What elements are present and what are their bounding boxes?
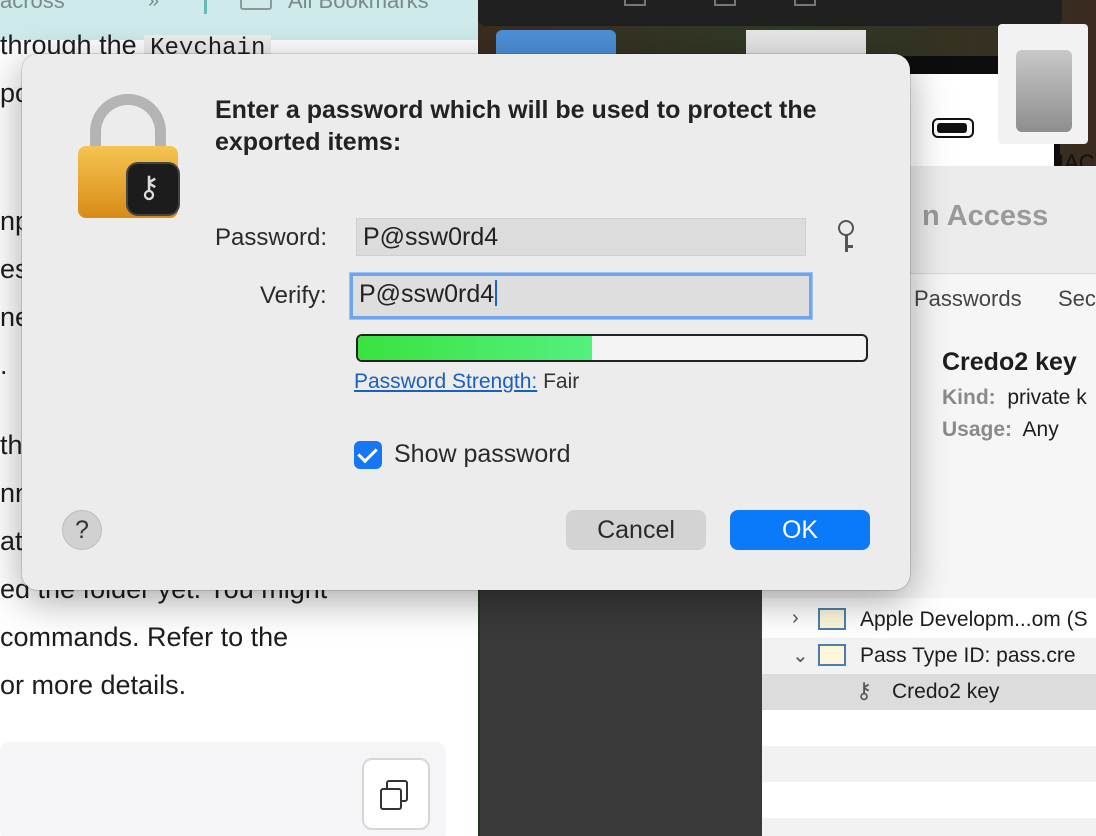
show-password-label[interactable]: Show password: [394, 440, 570, 469]
window-divider: [478, 590, 480, 836]
password-strength: Password Strength: Fair: [354, 370, 579, 394]
list-item[interactable]: ⌄ Pass Type ID: pass.cre: [762, 638, 1096, 674]
doc-line: at: [0, 526, 23, 556]
password-strength-meter: [356, 334, 868, 362]
keychain-list: › Apple Developm...om (S ⌄ Pass Type ID:…: [762, 598, 1096, 836]
doc-line: commands. Refer to the: [0, 622, 289, 652]
keys-icon: ⚷: [126, 162, 180, 216]
toolbar-separator: [204, 0, 207, 14]
all-bookmarks-button[interactable]: All Bookmarks: [288, 0, 429, 14]
strength-meter-fill: [358, 336, 592, 360]
battery-icon: [932, 118, 974, 138]
key-icon[interactable]: [836, 220, 858, 254]
item-title: Credo2 key: [942, 348, 1077, 376]
cancel-button[interactable]: Cancel: [566, 510, 706, 550]
list-item[interactable]: › Apple Developm...om (S: [762, 602, 1096, 638]
dialog-prompt: Enter a password which will be used to p…: [215, 96, 817, 156]
password-strength-link[interactable]: Password Strength:: [354, 370, 537, 393]
keychain-lock-icon: ⚷: [78, 94, 182, 218]
key-icon: ⚷: [856, 678, 873, 703]
usage-line: Usage: Any: [942, 418, 1059, 441]
show-password-checkbox[interactable]: [354, 441, 382, 469]
verify-field[interactable]: P@ssw0rd4: [350, 273, 812, 319]
tab-passwords[interactable]: Passwords: [914, 286, 1022, 312]
export-password-dialog: ⚷ Enter a password which will be used to…: [22, 54, 910, 590]
chevron-right-icon[interactable]: ›: [792, 607, 799, 630]
verify-label: Verify:: [260, 282, 327, 309]
copy-button[interactable]: [362, 758, 430, 830]
hard-drive-icon[interactable]: [998, 24, 1088, 144]
text-caret: [495, 280, 498, 306]
tab-secure-notes[interactable]: Sec: [1058, 286, 1096, 312]
drive-body: [1016, 50, 1072, 132]
doc-line: th: [0, 430, 23, 460]
toolbar-text: across: [0, 0, 65, 13]
doc-line: .: [0, 350, 8, 380]
password-label: Password:: [215, 224, 328, 251]
copy-icon: [380, 788, 402, 810]
strength-value: Fair: [543, 370, 580, 393]
doc-line: or more details.: [0, 670, 187, 700]
certificate-icon: [818, 644, 846, 666]
list-row-empty: [762, 818, 1096, 836]
window-title: n Access: [922, 200, 1049, 232]
list-row-empty: [762, 746, 1096, 782]
folder-icon: [240, 0, 272, 10]
certificate-icon: [818, 608, 846, 630]
ok-button[interactable]: OK: [730, 510, 870, 550]
chevron-down-icon[interactable]: ⌄: [792, 643, 809, 668]
dock-bar: [478, 0, 1062, 26]
kind-line: Kind: private k: [942, 386, 1087, 409]
chevrons-icon[interactable]: »: [148, 0, 159, 13]
list-item[interactable]: ⚷ Credo2 key: [762, 674, 1096, 710]
password-field[interactable]: P@ssw0rd4: [356, 218, 806, 256]
help-button[interactable]: ?: [62, 510, 102, 550]
